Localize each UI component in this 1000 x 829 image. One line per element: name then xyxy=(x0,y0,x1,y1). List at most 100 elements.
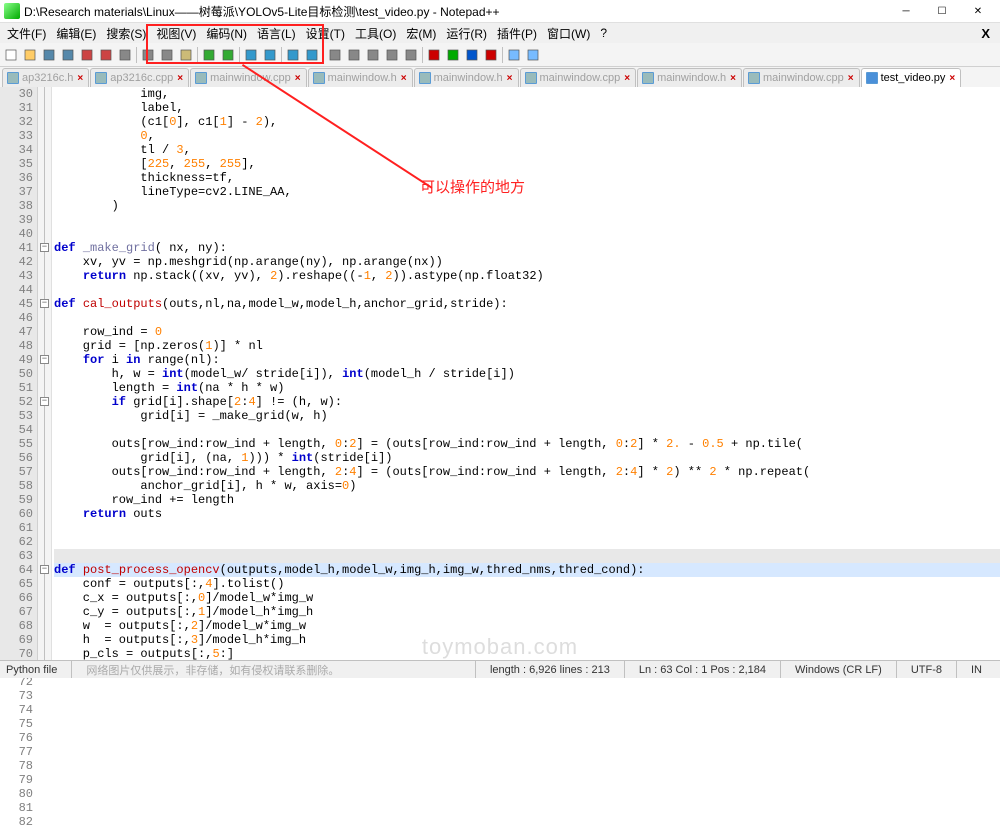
code-line[interactable]: def cal_outputs(outs,nl,na,model_w,model… xyxy=(54,297,1000,311)
indent-icon[interactable] xyxy=(364,46,382,64)
menu-item-12[interactable]: ? xyxy=(595,25,612,41)
code-line[interactable]: grid = [np.zeros(1)] * nl xyxy=(54,339,1000,353)
play-icon[interactable] xyxy=(444,46,462,64)
menu-item-6[interactable]: 设置(T) xyxy=(301,24,350,43)
menu-item-4[interactable]: 编码(N) xyxy=(201,24,252,43)
code-line[interactable]: ) xyxy=(54,199,1000,213)
code-line[interactable]: for i in range(nl): xyxy=(54,353,1000,367)
close-button[interactable]: ✕ xyxy=(960,0,996,22)
paste-icon[interactable] xyxy=(177,46,195,64)
tab-ap3216c-h[interactable]: ap3216c.h× xyxy=(2,68,89,87)
code-line[interactable]: length = int(na * h * w) xyxy=(54,381,1000,395)
new-icon[interactable] xyxy=(2,46,20,64)
menu-item-10[interactable]: 插件(P) xyxy=(492,24,542,43)
rec-icon[interactable] xyxy=(425,46,443,64)
tab-close-icon[interactable]: × xyxy=(76,73,84,84)
fold-toggle-icon[interactable]: − xyxy=(40,397,49,406)
code-line[interactable] xyxy=(54,213,1000,227)
code-line[interactable]: grid[i] = _make_grid(w, h) xyxy=(54,409,1000,423)
code-line[interactable]: if grid[i].shape[2:4] != (h, w): xyxy=(54,395,1000,409)
code-line[interactable]: c_x = outputs[:,0]/model_w*img_w xyxy=(54,591,1000,605)
open-icon[interactable] xyxy=(21,46,39,64)
fold-toggle-icon[interactable]: − xyxy=(40,355,49,364)
tab-close-icon[interactable]: × xyxy=(176,73,184,84)
tab-close-icon[interactable]: × xyxy=(623,73,631,84)
code-line[interactable]: h = outputs[:,3]/model_h*img_h xyxy=(54,633,1000,647)
code-line[interactable]: row_ind = 0 xyxy=(54,325,1000,339)
replace-icon[interactable] xyxy=(261,46,279,64)
code-line[interactable] xyxy=(54,283,1000,297)
code-line[interactable]: h, w = int(model_w/ stride[i]), int(mode… xyxy=(54,367,1000,381)
print-icon[interactable] xyxy=(116,46,134,64)
code-line[interactable]: c_y = outputs[:,1]/model_h*img_h xyxy=(54,605,1000,619)
menu-item-11[interactable]: 窗口(W) xyxy=(542,24,595,43)
code-line[interactable]: conf = outputs[:,4].tolist() xyxy=(54,577,1000,591)
code-line[interactable]: row_ind += length xyxy=(54,493,1000,507)
code-line[interactable]: def post_process_opencv(outputs,model_h,… xyxy=(54,563,1000,577)
code-line[interactable]: lineType=cv2.LINE_AA, xyxy=(54,185,1000,199)
tab-ap3216c-cpp[interactable]: ap3216c.cpp× xyxy=(90,68,189,87)
saveall-icon[interactable] xyxy=(59,46,77,64)
code-line[interactable]: grid[i], (na, 1))) * int(stride[i]) xyxy=(54,451,1000,465)
tab-mainwindow-h[interactable]: mainwindow.h× xyxy=(414,68,519,87)
code-line[interactable] xyxy=(54,521,1000,535)
code-line[interactable] xyxy=(54,549,1000,563)
code-line[interactable] xyxy=(54,227,1000,241)
copy-icon[interactable] xyxy=(158,46,176,64)
playrec-icon[interactable] xyxy=(482,46,500,64)
menu-right-x[interactable]: X xyxy=(981,26,990,41)
tab-close-icon[interactable]: × xyxy=(506,73,514,84)
code-line[interactable]: thickness=tf, xyxy=(54,171,1000,185)
find-icon[interactable] xyxy=(242,46,260,64)
redo-icon[interactable] xyxy=(219,46,237,64)
code-line[interactable]: img, xyxy=(54,87,1000,101)
tab-test_video-py[interactable]: test_video.py× xyxy=(861,68,962,87)
zoomout-icon[interactable] xyxy=(303,46,321,64)
fold-toggle-icon[interactable]: − xyxy=(40,565,49,574)
code-line[interactable]: [225, 255, 255], xyxy=(54,157,1000,171)
tab-mainwindow-h[interactable]: mainwindow.h× xyxy=(637,68,742,87)
code-line[interactable] xyxy=(54,535,1000,549)
close-icon[interactable] xyxy=(78,46,96,64)
cut-icon[interactable] xyxy=(139,46,157,64)
code-line[interactable]: xv, yv = np.meshgrid(np.arange(ny), np.a… xyxy=(54,255,1000,269)
closeall-icon[interactable] xyxy=(97,46,115,64)
code-line[interactable]: anchor_grid[i], h * w, axis=0) xyxy=(54,479,1000,493)
tab-mainwindow-cpp[interactable]: mainwindow.cpp× xyxy=(743,68,860,87)
undo-icon[interactable] xyxy=(200,46,218,64)
tab-mainwindow-cpp[interactable]: mainwindow.cpp× xyxy=(520,68,637,87)
menu-item-1[interactable]: 编辑(E) xyxy=(51,24,101,43)
macro1-icon[interactable] xyxy=(505,46,523,64)
fold-icon[interactable] xyxy=(383,46,401,64)
tab-close-icon[interactable]: × xyxy=(847,73,855,84)
menu-item-0[interactable]: 文件(F) xyxy=(2,24,51,43)
unfold-icon[interactable] xyxy=(402,46,420,64)
menu-item-9[interactable]: 运行(R) xyxy=(441,24,492,43)
code-line[interactable]: (c1[0], c1[1] - 2), xyxy=(54,115,1000,129)
tab-close-icon[interactable]: × xyxy=(400,73,408,84)
menu-item-7[interactable]: 工具(O) xyxy=(350,24,401,43)
code-line[interactable]: outs[row_ind:row_ind + length, 2:4] = (o… xyxy=(54,465,1000,479)
fold-toggle-icon[interactable]: − xyxy=(40,299,49,308)
minimize-button[interactable]: ─ xyxy=(888,0,924,22)
menu-item-8[interactable]: 宏(M) xyxy=(401,24,441,43)
menu-item-3[interactable]: 视图(V) xyxy=(151,24,201,43)
code-line[interactable] xyxy=(54,423,1000,437)
zoomin-icon[interactable] xyxy=(284,46,302,64)
tab-close-icon[interactable]: × xyxy=(729,73,737,84)
menu-item-5[interactable]: 语言(L) xyxy=(252,24,301,43)
code-line[interactable]: return outs xyxy=(54,507,1000,521)
save-icon[interactable] xyxy=(40,46,58,64)
tab-close-icon[interactable]: × xyxy=(294,73,302,84)
maximize-button[interactable]: ☐ xyxy=(924,0,960,22)
code-line[interactable]: w = outputs[:,2]/model_w*img_w xyxy=(54,619,1000,633)
tab-close-icon[interactable]: × xyxy=(948,73,956,84)
tab-mainwindow-cpp[interactable]: mainwindow.cpp× xyxy=(190,68,307,87)
code-line[interactable]: p_cls = outputs[:,5:] xyxy=(54,647,1000,660)
stop-icon[interactable] xyxy=(463,46,481,64)
code-line[interactable] xyxy=(54,311,1000,325)
code-area[interactable]: img, label, (c1[0], c1[1] - 2), 0, tl / … xyxy=(52,87,1000,660)
fold-toggle-icon[interactable]: − xyxy=(40,243,49,252)
menu-item-2[interactable]: 搜索(S) xyxy=(101,24,151,43)
code-line[interactable]: label, xyxy=(54,101,1000,115)
